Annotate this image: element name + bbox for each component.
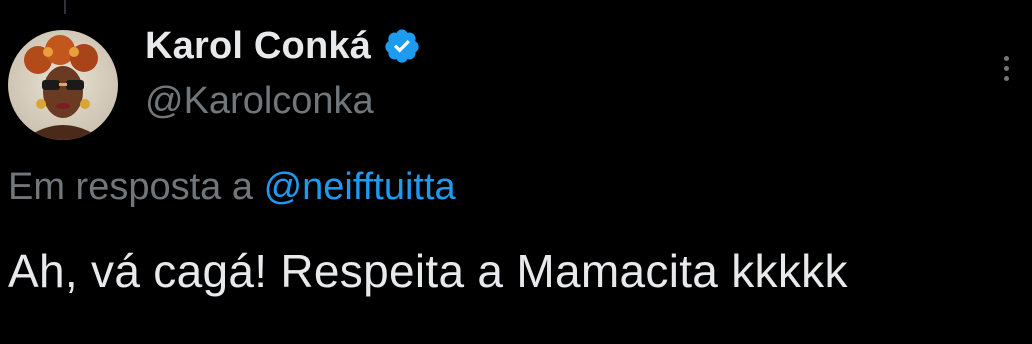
thread-connector-line (64, 0, 66, 14)
reply-context: Em resposta a @neifftuitta (8, 166, 456, 209)
author-handle[interactable]: @Karolconka (145, 80, 374, 123)
more-options-icon[interactable] (994, 48, 1018, 88)
author-name-row: Karol Conká (145, 24, 421, 68)
more-dot (1003, 55, 1009, 61)
tweet-text: Ah, vá cagá! Respeita a Mamacita kkkkk (8, 245, 848, 297)
more-dot (1003, 75, 1009, 81)
reply-prefix: Em resposta a (8, 166, 253, 208)
more-dot (1003, 65, 1009, 71)
verified-badge-icon (385, 29, 419, 63)
avatar[interactable] (8, 30, 118, 140)
reply-mention-link[interactable]: @neifftuitta (264, 166, 456, 208)
author-display-name[interactable]: Karol Conká (145, 25, 371, 68)
avatar-image (8, 30, 118, 140)
